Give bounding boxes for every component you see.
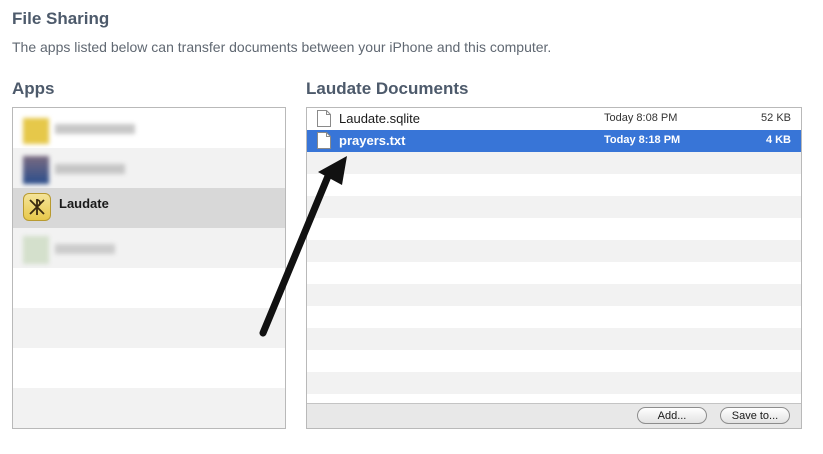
chi-rho-icon [23, 193, 51, 221]
app-row-laudate[interactable]: Laudate [13, 188, 285, 228]
document-row-empty [307, 350, 801, 372]
document-row-empty [307, 174, 801, 196]
document-row-empty [307, 284, 801, 306]
document-row[interactable]: Laudate.sqlite Today 8:08 PM 52 KB [307, 108, 801, 130]
app-row-obscured-1[interactable] [13, 108, 285, 148]
app-label-laudate: Laudate [59, 196, 109, 211]
add-button[interactable]: Add... [637, 407, 707, 424]
app-row-empty [13, 348, 285, 388]
app-row-obscured-3[interactable] [13, 228, 285, 268]
document-row-empty [307, 328, 801, 350]
page-title: File Sharing [12, 9, 110, 28]
page-description: The apps listed below can transfer docum… [12, 39, 552, 55]
document-size: 4 KB [765, 134, 791, 146]
app-row-empty [13, 388, 285, 428]
document-row-empty [307, 262, 801, 284]
document-date: Today 8:08 PM [604, 112, 678, 124]
document-row-empty [307, 218, 801, 240]
apps-heading: Apps [12, 79, 55, 98]
app-icon-obscured [23, 236, 49, 264]
document-name: prayers.txt [339, 133, 406, 148]
document-row-empty [307, 196, 801, 218]
app-icon-obscured [23, 156, 49, 184]
document-row-empty [307, 152, 801, 174]
documents-list[interactable]: Laudate.sqlite Today 8:08 PM 52 KB praye… [306, 107, 802, 429]
document-row-selected[interactable]: prayers.txt Today 8:18 PM 4 KB [307, 130, 801, 152]
app-row-obscured-2[interactable] [13, 148, 285, 188]
document-row-empty [307, 372, 801, 394]
save-to-button[interactable]: Save to... [720, 407, 790, 424]
documents-heading: Laudate Documents [306, 79, 469, 98]
app-icon-obscured [23, 118, 49, 144]
document-icon [317, 132, 331, 149]
document-date: Today 8:18 PM [604, 134, 681, 146]
apps-list[interactable]: Laudate [12, 107, 286, 429]
document-row-empty [307, 240, 801, 262]
document-button-bar: Add... Save to... [307, 403, 801, 428]
app-name-obscured [55, 124, 135, 134]
app-row-empty [13, 308, 285, 348]
document-row-empty [307, 306, 801, 328]
app-row-empty [13, 268, 285, 308]
document-name: Laudate.sqlite [339, 111, 420, 126]
app-name-obscured [55, 164, 125, 174]
document-icon [317, 110, 331, 127]
app-name-obscured [55, 244, 115, 254]
document-size: 52 KB [761, 112, 791, 124]
